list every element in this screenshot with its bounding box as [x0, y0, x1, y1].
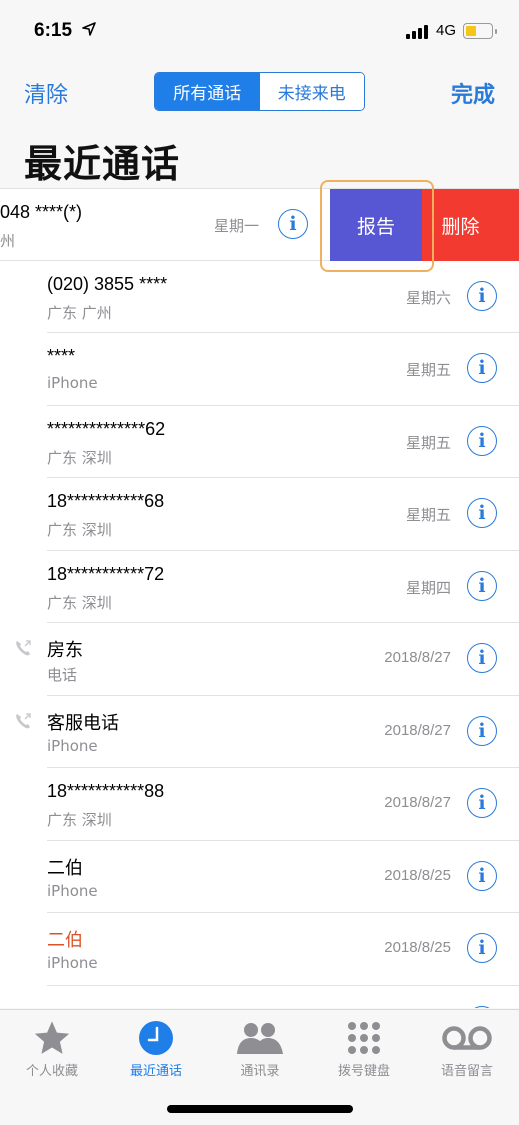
call-time: 2018/8/25: [384, 939, 451, 956]
call-name: (020) 3855 ****: [47, 273, 168, 294]
info-icon[interactable]: i: [467, 933, 497, 963]
info-icon[interactable]: i: [467, 498, 497, 528]
call-row[interactable]: 18***********88 广东 深圳 2018/8/27 i: [0, 768, 519, 841]
call-row[interactable]: (020) 3855 **** 广东 广州 星期六 i: [0, 260, 519, 333]
outgoing-call-icon: [16, 640, 31, 656]
info-icon[interactable]: i: [278, 209, 308, 239]
swiped-row-content[interactable]: 048 ****(*) 州 星期一 i: [0, 189, 330, 261]
call-name: 二伯: [47, 857, 83, 878]
info-icon[interactable]: i: [467, 715, 497, 746]
done-button[interactable]: 完成: [451, 77, 495, 109]
call-time: 星期五: [405, 434, 451, 452]
call-time: 星期六: [405, 289, 451, 307]
tab-contacts[interactable]: 通讯录: [208, 1018, 312, 1079]
call-subtitle: 广东 广州: [47, 303, 112, 322]
call-time: 星期五: [405, 507, 451, 524]
voicemail-icon: [442, 1026, 492, 1050]
tab-label: 拨号键盘: [337, 1064, 390, 1079]
status-time: 6:15: [34, 20, 73, 41]
signal-icon: [406, 25, 428, 39]
call-time: 2018/8/27: [384, 649, 451, 666]
info-icon[interactable]: i: [467, 788, 497, 818]
contacts-icon: [237, 1023, 283, 1054]
tab-voicemail[interactable]: 语音留言: [415, 1018, 519, 1079]
tab-label: 最近通话: [129, 1064, 182, 1079]
keypad-icon: [348, 1022, 380, 1054]
call-subtitle: 州: [0, 232, 16, 250]
call-name: 客服电话: [47, 712, 119, 733]
delete-button[interactable]: 删除: [422, 189, 519, 261]
call-time: 2018/8/27: [384, 794, 451, 811]
call-row-swiped[interactable]: 048 ****(*) 州 星期一 i 报告 删除: [0, 188, 519, 261]
info-icon[interactable]: i: [467, 1005, 497, 1008]
call-name: 二伯: [47, 930, 83, 950]
call-row[interactable]: **** iPhone 星期五 i: [0, 333, 519, 406]
call-row[interactable]: 二伯 iPhone 2018/8/25 i: [0, 913, 519, 986]
call-name: 18***********88: [47, 781, 165, 801]
recent-calls-list: 048 ****(*) 州 星期一 i 报告 删除 (020) 3855 ***…: [0, 188, 519, 1008]
tab-label: 语音留言: [440, 1064, 493, 1079]
call-subtitle: iPhone: [47, 736, 98, 755]
call-time: 星期四: [405, 579, 451, 597]
report-button[interactable]: 报告: [330, 189, 422, 261]
call-subtitle: iPhone: [47, 954, 98, 972]
call-name: 048 ****(*): [0, 202, 83, 222]
call-name: 18***********68: [47, 491, 165, 511]
clock-icon: [139, 1021, 173, 1055]
network-type: 4G: [436, 22, 457, 39]
call-subtitle: iPhone: [47, 881, 98, 900]
call-subtitle: iPhone: [47, 374, 98, 392]
info-icon[interactable]: i: [467, 643, 497, 673]
tab-favorites[interactable]: 个人收藏: [0, 1018, 104, 1079]
call-time: 2018/8/25: [384, 866, 451, 884]
call-row[interactable]: i: [0, 985, 519, 1008]
call-subtitle: 广东 深圳: [47, 448, 112, 467]
battery-icon: [463, 23, 497, 39]
call-time: 星期五: [405, 362, 451, 379]
location-arrow-icon: [82, 22, 96, 36]
call-time: 星期一: [214, 218, 260, 235]
call-name: ****: [47, 346, 76, 366]
call-subtitle: 电话: [47, 666, 78, 684]
call-filter-segmented-control: 所有通话 未接来电: [154, 72, 365, 111]
tab-keypad[interactable]: 拨号键盘: [312, 1018, 416, 1079]
info-icon[interactable]: i: [467, 353, 497, 383]
tab-recents[interactable]: 最近通话: [104, 1018, 208, 1079]
page-title: 最近通话: [24, 142, 181, 186]
call-name: 18***********72: [47, 563, 165, 584]
call-row[interactable]: 二伯 iPhone 2018/8/25 i: [0, 840, 519, 913]
info-icon[interactable]: i: [467, 860, 497, 891]
info-icon[interactable]: i: [467, 570, 497, 601]
tab-label: 通讯录: [240, 1064, 280, 1079]
call-row[interactable]: **************62 广东 深圳 星期五 i: [0, 405, 519, 478]
home-indicator[interactable]: [167, 1105, 353, 1113]
status-bar: 6:15 4G: [0, 0, 519, 60]
call-subtitle: 广东 深圳: [47, 593, 112, 612]
segment-all-calls[interactable]: 所有通话: [155, 73, 260, 110]
call-row[interactable]: 18***********72 广东 深圳 星期四 i: [0, 550, 519, 623]
call-time: 2018/8/27: [384, 721, 451, 739]
call-subtitle: 广东 深圳: [47, 521, 112, 539]
outgoing-call-icon: [16, 712, 31, 728]
clear-button[interactable]: 清除: [24, 77, 68, 109]
recents-screen: 6:15 4G 清除 所有通话 未接来电 完成 最近通话 048 ****(*)…: [0, 0, 519, 1125]
call-row[interactable]: 客服电话 iPhone 2018/8/27 i: [0, 695, 519, 768]
call-name: 房东: [47, 640, 83, 660]
call-row[interactable]: 18***********68 广东 深圳 星期五 i: [0, 478, 519, 551]
call-name: **************62: [47, 418, 166, 439]
segment-missed-calls[interactable]: 未接来电: [259, 73, 364, 110]
tab-label: 个人收藏: [25, 1064, 78, 1079]
info-icon[interactable]: i: [467, 280, 497, 311]
call-subtitle: 广东 深圳: [47, 811, 112, 829]
star-icon: [34, 1021, 70, 1054]
call-row[interactable]: 房东电话 2018/8/27 i: [0, 623, 519, 696]
info-icon[interactable]: i: [467, 425, 497, 456]
